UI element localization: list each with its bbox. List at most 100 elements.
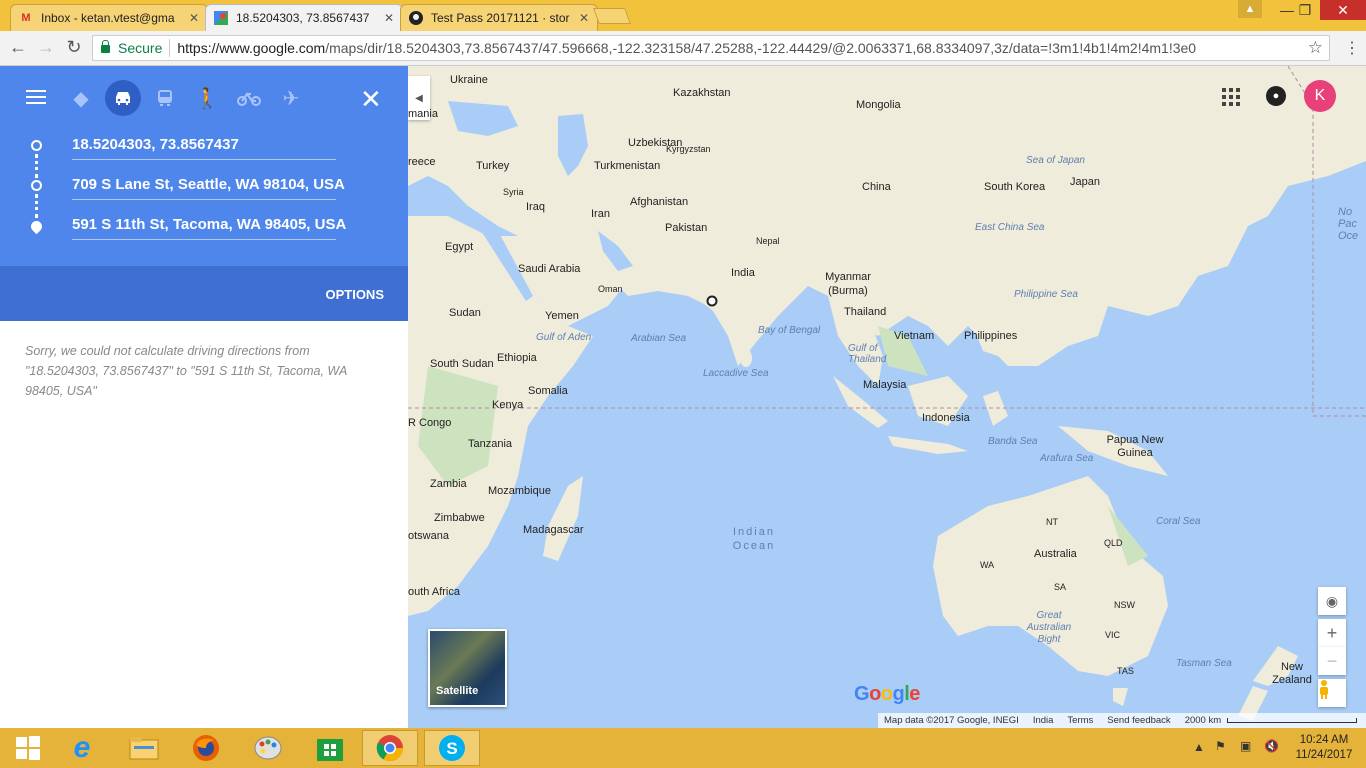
region-label: WA: [980, 560, 995, 570]
file-explorer-icon[interactable]: [116, 730, 172, 766]
map-attribution: Map data ©2017 Google, INEGI: [884, 715, 1019, 726]
country-label: Syria: [503, 187, 524, 197]
sea-label: Arafura Sea: [1040, 453, 1094, 464]
country-label: Turkmenistan: [594, 160, 661, 172]
tab-close-icon[interactable]: ✕: [384, 11, 394, 25]
back-icon[interactable]: ←: [6, 37, 30, 58]
url-path: /maps/dir/18.5204303,73.8567437/47.59666…: [325, 40, 1197, 56]
paint-icon[interactable]: [240, 730, 296, 766]
country-label: China: [862, 181, 891, 193]
firefox-icon[interactable]: [178, 730, 234, 766]
account-avatar[interactable]: K: [1304, 80, 1336, 112]
map-canvas[interactable]: ◀ Ukraine Kazakhstan Mongolia Uzbekistan Kyr…: [408, 66, 1366, 728]
reload-icon[interactable]: ↻: [62, 37, 86, 58]
bookmark-star-icon[interactable]: ☆: [1308, 38, 1323, 58]
country-label: Zimbabwe: [434, 512, 485, 524]
country-label: Kyrgyzstan: [666, 144, 711, 154]
volume-muted-icon[interactable]: 🔇: [1264, 739, 1279, 753]
region-label: NT: [1046, 517, 1058, 527]
country-label: outh Africa: [408, 586, 460, 598]
internet-explorer-icon[interactable]: e: [54, 730, 110, 766]
sea-label: Bay of Bengal: [758, 325, 821, 336]
country-label: Australia: [1034, 548, 1077, 560]
google-apps-icon[interactable]: [1222, 88, 1240, 106]
directions-header: ◆ 🚶 ✈ ✕ 18.5204303, 73.8567437 709 S Lan…: [0, 66, 408, 266]
tab-gmail-inbox[interactable]: M Inbox - ketan.vtest@gma ✕: [10, 4, 208, 31]
destination-pin-icon: [28, 218, 45, 235]
windows-start-icon[interactable]: [0, 730, 56, 766]
my-location-icon[interactable]: ◉: [1318, 587, 1346, 615]
chrome-icon[interactable]: [362, 730, 418, 766]
tab-close-icon[interactable]: ✕: [579, 11, 589, 25]
action-center-icon[interactable]: ⚑: [1215, 739, 1226, 753]
country-label: Iran: [591, 208, 610, 220]
region-link[interactable]: India: [1033, 715, 1054, 726]
system-clock[interactable]: 10:24 AM 11/24/2017: [1284, 733, 1364, 763]
new-tab-button[interactable]: [593, 8, 631, 24]
car-icon[interactable]: [105, 80, 141, 116]
transit-icon[interactable]: [147, 80, 183, 116]
scale-bar: [1227, 718, 1358, 723]
browser-menu-icon[interactable]: ⋮: [1344, 38, 1360, 58]
zoom-in-button[interactable]: +: [1318, 619, 1346, 647]
country-label: Kenya: [492, 399, 524, 411]
sea-label: Gulf of Aden: [536, 332, 592, 343]
country-label: Ukraine: [450, 74, 488, 86]
satellite-toggle[interactable]: Satellite: [428, 629, 507, 707]
country-label: New Zealand: [1272, 661, 1312, 686]
region-label: VIC: [1105, 630, 1121, 640]
send-feedback-link[interactable]: Send feedback: [1107, 715, 1170, 726]
region-label: SA: [1054, 582, 1067, 592]
profile-icon[interactable]: ▲: [1238, 0, 1262, 18]
country-label: South Sudan: [430, 358, 494, 370]
forward-icon[interactable]: →: [34, 37, 58, 58]
network-icon[interactable]: ▣: [1240, 739, 1251, 753]
waypoint-destination-input[interactable]: 591 S 11th St, Tacoma, WA 98405, USA: [72, 212, 346, 240]
country-label: Sudan: [449, 307, 481, 319]
sea-label: Arabian Sea: [631, 333, 687, 344]
address-bar[interactable]: Secure https://www.google.com/maps/dir/1…: [92, 35, 1330, 61]
window-close-button[interactable]: ✕: [1320, 0, 1366, 20]
country-label: India: [731, 267, 755, 279]
options-button[interactable]: OPTIONS: [325, 287, 384, 302]
best-route-icon[interactable]: ◆: [63, 80, 99, 116]
sea-label: No Pac Oce: [1338, 206, 1359, 242]
country-label: Mozambique: [488, 485, 551, 497]
show-hidden-icons[interactable]: ▲: [1193, 740, 1205, 754]
sea-label: Coral Sea: [1156, 516, 1201, 527]
zoom-out-button[interactable]: −: [1318, 647, 1346, 675]
pegman-icon[interactable]: [1318, 679, 1346, 707]
notifications-icon[interactable]: ●: [1266, 86, 1286, 106]
menu-icon[interactable]: [26, 90, 46, 104]
tab-close-icon[interactable]: ✕: [189, 11, 199, 25]
satellite-label: Satellite: [436, 685, 479, 697]
country-label: Nepal: [756, 236, 780, 246]
tab-google-maps[interactable]: 18.5204303, 73.8567437 ✕: [205, 4, 403, 31]
restore-button[interactable]: ❐: [1290, 0, 1320, 20]
directions-panel: ◆ 🚶 ✈ ✕ 18.5204303, 73.8567437 709 S Lan…: [0, 66, 408, 728]
tab-github[interactable]: Test Pass 20171121 · stor ✕: [400, 4, 598, 31]
tab-title: Test Pass 20171121 · stor: [431, 11, 570, 25]
secure-indicator[interactable]: Secure: [101, 40, 162, 56]
country-label: Malaysia: [863, 379, 907, 391]
divider: [169, 39, 171, 57]
sea-label: Banda Sea: [988, 436, 1038, 447]
url-text[interactable]: https://www.google.com/maps/dir/18.52043…: [177, 40, 1329, 56]
waypoint-start-icon: [31, 140, 42, 151]
country-label: Iraq: [526, 201, 545, 213]
country-label: Afghanistan: [630, 196, 689, 208]
country-label: Yemen: [545, 310, 579, 322]
waypoint-origin-input[interactable]: 18.5204303, 73.8567437: [72, 132, 336, 160]
walk-icon[interactable]: 🚶: [189, 80, 225, 116]
close-directions-icon[interactable]: ✕: [360, 84, 382, 115]
store-icon[interactable]: [302, 730, 358, 766]
region-label: QLD: [1104, 538, 1123, 548]
flight-icon[interactable]: ✈: [273, 80, 309, 116]
terms-link[interactable]: Terms: [1067, 715, 1093, 726]
waypoint-2-input[interactable]: 709 S Lane St, Seattle, WA 98104, USA: [72, 172, 345, 200]
country-label: Madagascar: [523, 524, 584, 536]
country-label: Zambia: [430, 478, 467, 490]
scale-label[interactable]: 2000 km: [1185, 715, 1221, 726]
skype-icon[interactable]: S: [424, 730, 480, 766]
bicycle-icon[interactable]: [231, 80, 267, 116]
